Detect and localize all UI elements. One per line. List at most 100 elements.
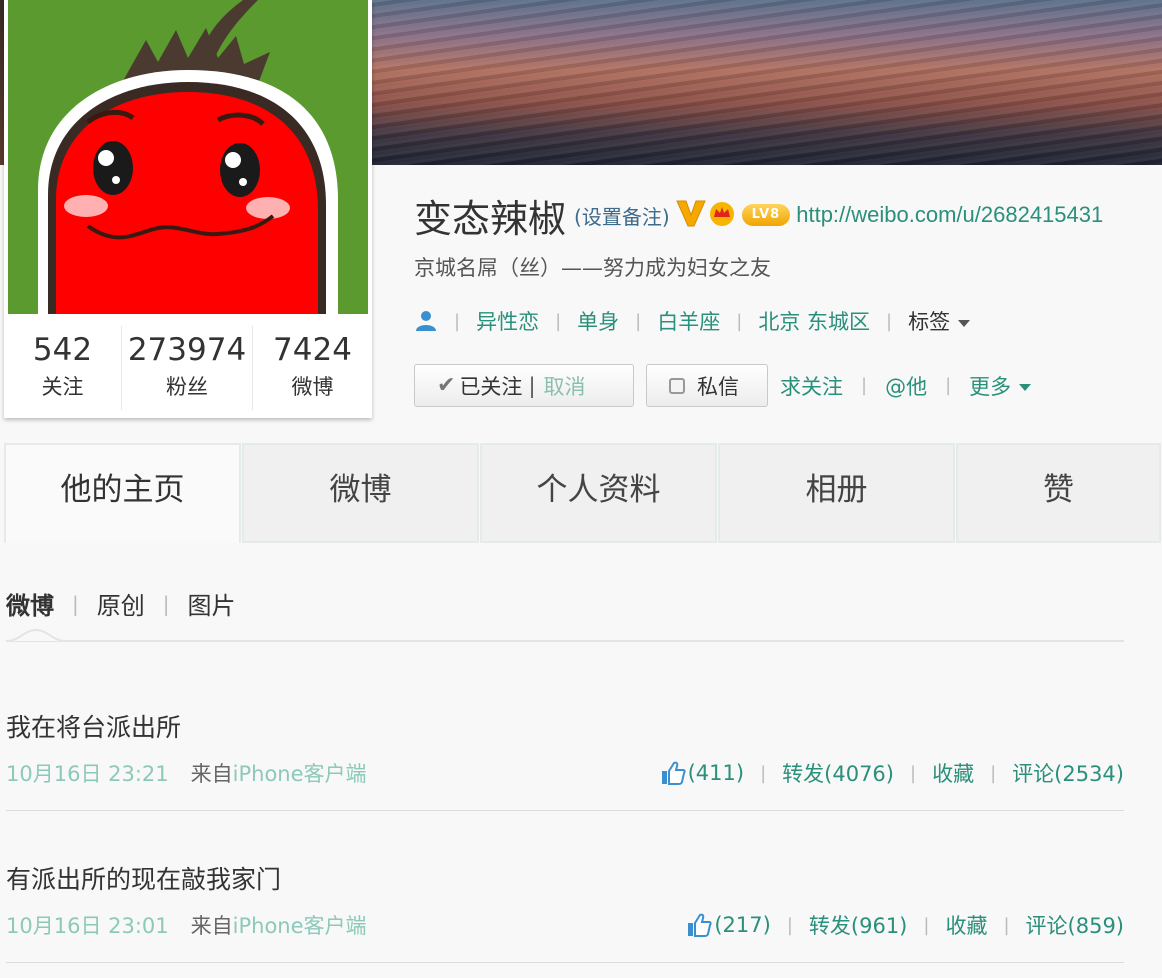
separator: | (454, 310, 461, 332)
separator: | (886, 310, 893, 332)
post-from-label: 来自 (190, 914, 233, 938)
filter-divider (6, 640, 1124, 642)
tab-likes[interactable]: 赞 (956, 443, 1161, 543)
post-divider (6, 962, 1124, 963)
active-filter-indicator (6, 628, 66, 642)
following-count[interactable]: 542 关注 (4, 326, 122, 410)
tab-profile[interactable]: 个人资料 (480, 443, 717, 543)
tags-dropdown[interactable]: 标签 (908, 306, 971, 336)
crown-icon[interactable] (708, 200, 736, 230)
comment-button[interactable]: 评论(2534) (1012, 758, 1124, 788)
feed-item: 我在将台派出所 10月16日 23:21 来自iPhone客户端 (411) | … (6, 710, 1124, 788)
tab-weibo[interactable]: 微博 (242, 443, 479, 543)
like-button[interactable]: (217) (686, 912, 771, 938)
post-from-label: 来自 (190, 762, 233, 786)
weibo-count[interactable]: 7424 微博 (253, 326, 372, 410)
more-dropdown[interactable]: 更多 (969, 371, 1032, 401)
ask-follow-link[interactable]: 求关注 (780, 371, 843, 401)
feed-item: 有派出所的现在敲我家门 10月16日 23:01 来自iPhone客户端 (217… (6, 862, 1124, 940)
profile-tabs: 他的主页 微博 个人资料 相册 赞 (4, 443, 1162, 543)
profile-actions: ✔ 已关注 | 取消 私信 求关注 | @他 | 更多 (414, 364, 1162, 407)
verified-v-icon[interactable] (675, 199, 706, 231)
like-count: (411) (687, 761, 745, 785)
caret-down-icon (958, 319, 971, 327)
checkmark-icon: ✔ (437, 373, 456, 398)
tag-orientation[interactable]: 异性恋 (476, 306, 539, 336)
level-badge[interactable]: LV8 (741, 204, 791, 226)
post-source[interactable]: iPhone客户端 (233, 914, 367, 938)
post-divider (6, 810, 1124, 811)
post-meta: 10月16日 23:01 来自iPhone客户端 (217) | 转发(961) … (6, 910, 1124, 940)
following-count-value: 542 (32, 332, 93, 368)
message-label: 私信 (697, 374, 739, 399)
post-text: 有派出所的现在敲我家门 (6, 865, 282, 894)
separator: | (910, 762, 917, 784)
post-time[interactable]: 10月16日 23:01 (6, 914, 169, 938)
repost-button[interactable]: 转发(4076) (782, 758, 894, 788)
profile-tags: | 异性恋 | 单身 | 白羊座 | 北京 东城区 | 标签 (414, 304, 1162, 338)
weibo-count-value: 7424 (273, 332, 352, 368)
avatar-card: 542 关注 273974 粉丝 7424 微博 (4, 0, 372, 418)
separator: | (162, 591, 170, 616)
separator: | (923, 914, 930, 936)
more-label: 更多 (969, 374, 1012, 399)
separator: | (786, 914, 793, 936)
followers-count[interactable]: 273974 粉丝 (122, 326, 253, 410)
separator: | (760, 762, 767, 784)
followed-button[interactable]: ✔ 已关注 | 取消 (414, 364, 634, 407)
separator: | (736, 310, 743, 332)
tab-home[interactable]: 他的主页 (4, 443, 241, 543)
checkbox-icon (669, 377, 685, 394)
unfollow-link[interactable]: 取消 (544, 371, 586, 401)
link-actions: 求关注 | @他 | 更多 (780, 371, 1032, 401)
favorite-button[interactable]: 收藏 (945, 910, 987, 940)
thumb-up-icon (661, 761, 686, 785)
message-button[interactable]: 私信 (646, 364, 768, 407)
stats-counts: 542 关注 273974 粉丝 7424 微博 (4, 326, 372, 410)
favorite-button[interactable]: 收藏 (932, 758, 974, 788)
separator: | (945, 375, 952, 396)
separator: | (635, 310, 642, 332)
post-actions: (411) | 转发(4076) | 收藏 | 评论(2534) (660, 758, 1124, 788)
like-button[interactable]: (411) (660, 760, 744, 786)
person-icon (414, 309, 438, 333)
post-time[interactable]: 10月16日 23:21 (6, 762, 169, 786)
followed-label: 已关注 (459, 374, 523, 399)
thumb-up-icon (688, 913, 713, 937)
filter-original[interactable]: 原创 (97, 586, 145, 621)
comment-button[interactable]: 评论(859) (1026, 910, 1124, 940)
mention-link[interactable]: @他 (885, 371, 927, 401)
repost-button[interactable]: 转发(961) (809, 910, 907, 940)
profile-url[interactable]: http://weibo.com/u/2682415431 (796, 202, 1103, 228)
following-count-label: 关注 (41, 375, 84, 399)
weibo-count-label: 微博 (291, 375, 334, 399)
separator: | (528, 373, 536, 398)
tags-dropdown-label: 标签 (908, 310, 951, 334)
set-remark-link[interactable]: (设置备注) (574, 201, 670, 230)
filter-images[interactable]: 图片 (188, 586, 236, 621)
separator: | (1003, 914, 1010, 936)
followers-count-value: 273974 (127, 332, 247, 368)
feed-filter: 微博 | 原创 | 图片 (6, 586, 236, 621)
tag-zodiac[interactable]: 白羊座 (657, 306, 720, 336)
name-row: 变态辣椒 (设置备注) LV8 http://weibo.com/u/26824… (414, 188, 1162, 242)
separator: | (555, 310, 562, 332)
avatar[interactable] (8, 0, 368, 314)
post-source[interactable]: iPhone客户端 (233, 762, 367, 786)
post-text: 我在将台派出所 (6, 713, 182, 742)
like-count: (217) (714, 913, 771, 937)
caret-down-icon (1019, 384, 1032, 391)
profile-name: 变态辣椒 (414, 196, 567, 241)
profile-info: 变态辣椒 (设置备注) LV8 http://weibo.com/u/26824… (414, 188, 1162, 407)
profile-bio: 京城名屌（丝）——努力成为妇女之友 (414, 256, 771, 280)
cover-banner (372, 0, 1162, 165)
tag-location[interactable]: 北京 东城区 (758, 306, 870, 336)
post-actions: (217) | 转发(961) | 收藏 | 评论(859) (686, 910, 1124, 940)
filter-all[interactable]: 微博 (6, 586, 54, 621)
tab-album[interactable]: 相册 (718, 443, 955, 543)
tag-relationship[interactable]: 单身 (577, 306, 619, 336)
separator: | (72, 591, 79, 616)
weibo-profile-page: 542 关注 273974 粉丝 7424 微博 变态辣椒 (设置备注) LV8 (0, 0, 1162, 978)
post-meta: 10月16日 23:21 来自iPhone客户端 (411) | 转发(4076)… (6, 758, 1124, 788)
separator: | (861, 375, 868, 396)
